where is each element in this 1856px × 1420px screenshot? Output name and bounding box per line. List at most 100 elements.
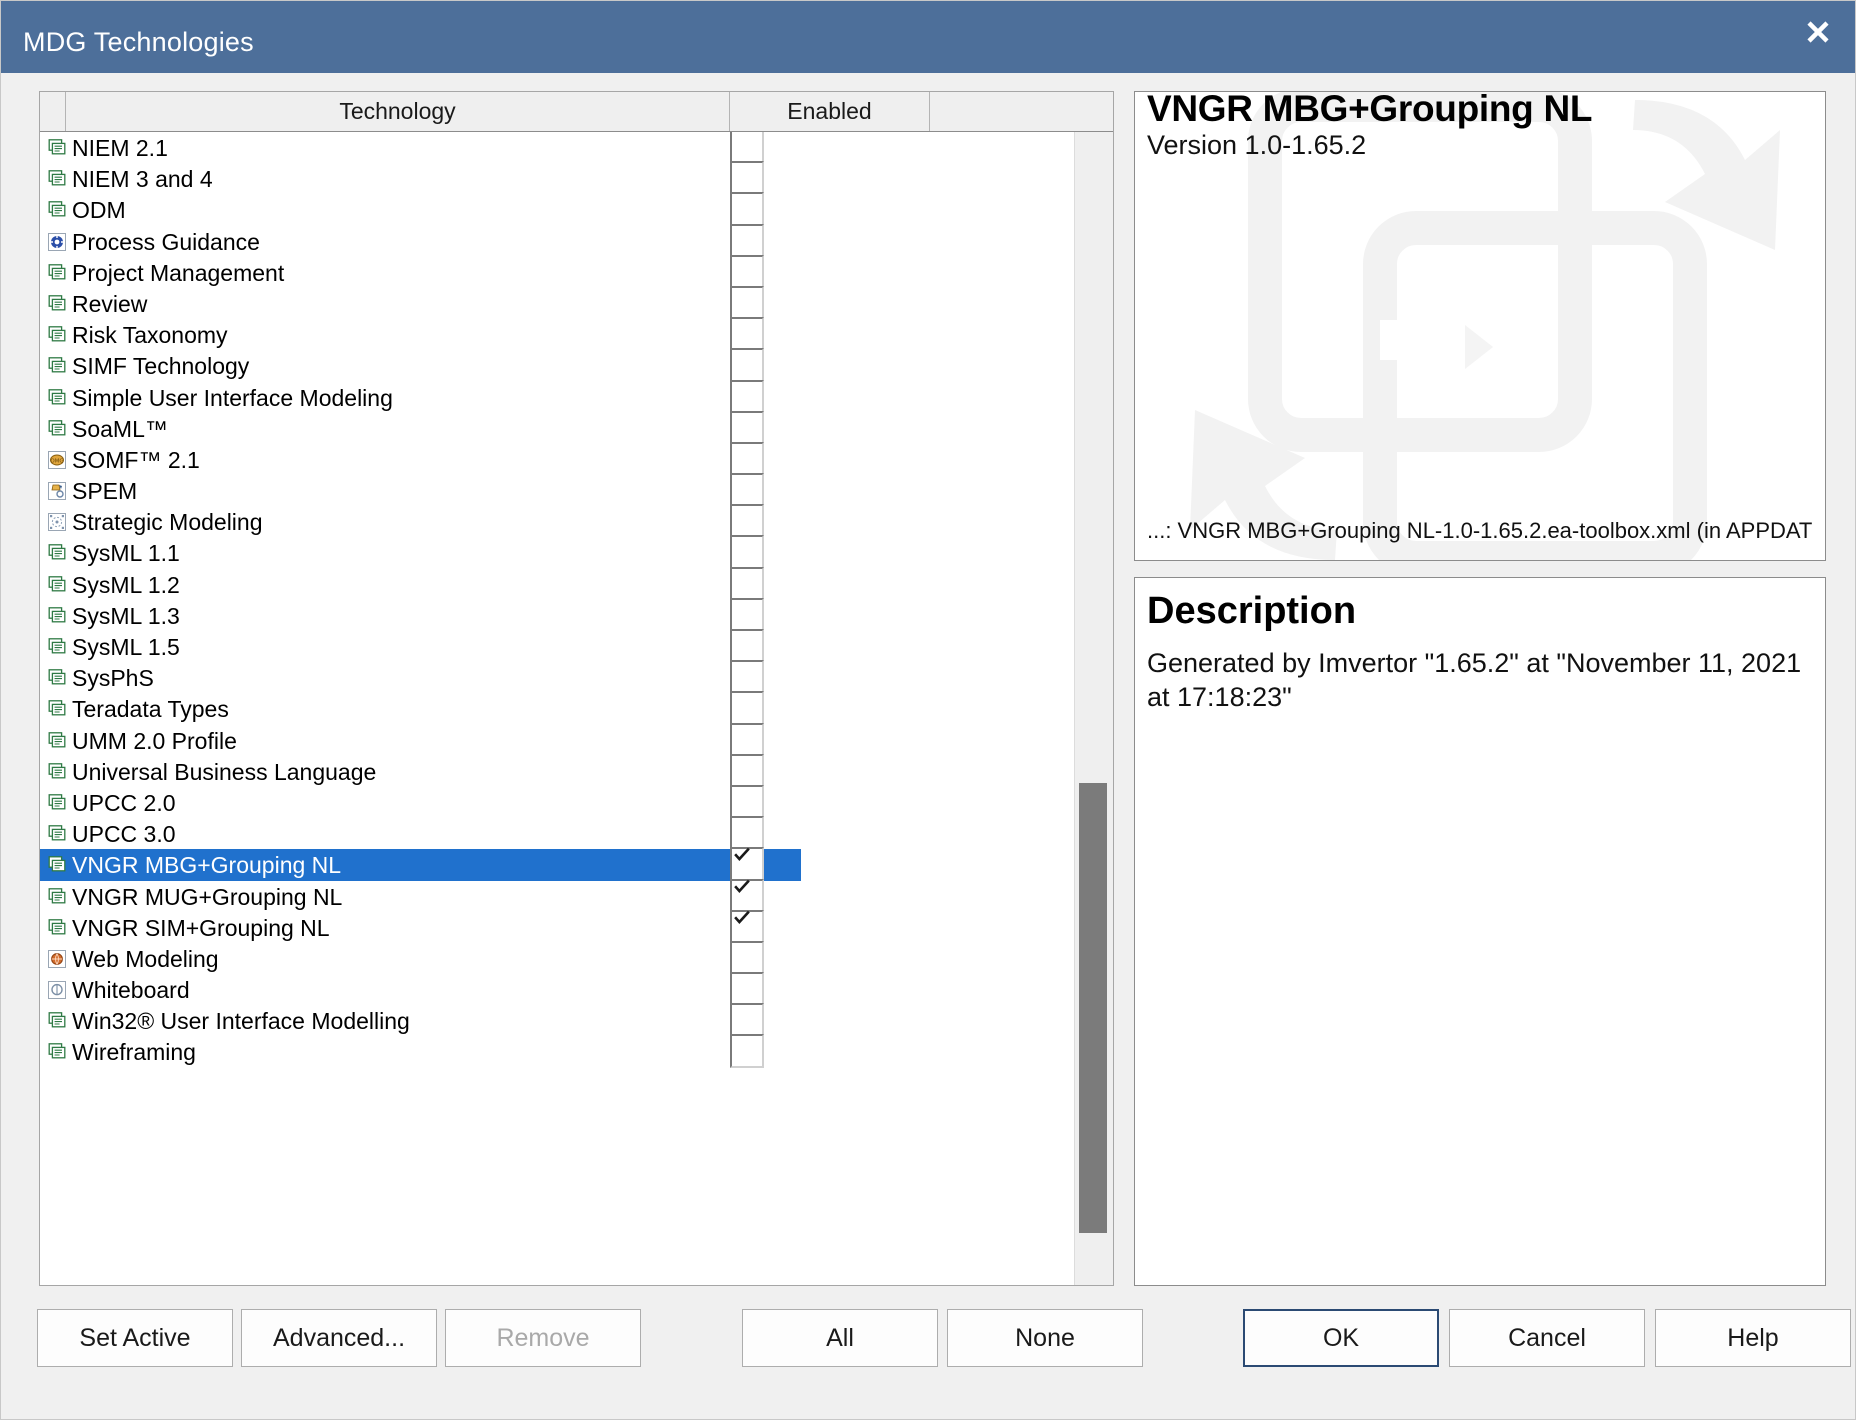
- table-row[interactable]: UPCC 2.0: [40, 784, 1073, 819]
- enabled-checkbox[interactable]: [730, 254, 764, 289]
- column-header-icon[interactable]: [40, 92, 66, 131]
- table-row[interactable]: SysML 1.5: [40, 629, 1073, 663]
- enabled-checkbox[interactable]: [730, 410, 764, 445]
- table-row[interactable]: Risk Taxonomy: [40, 317, 1073, 352]
- select-none-button[interactable]: None: [947, 1309, 1143, 1367]
- table-row[interactable]: ODM: [40, 192, 1073, 227]
- column-header-technology[interactable]: Technology: [66, 92, 730, 131]
- technology-name: Process Guidance: [72, 228, 260, 255]
- table-row[interactable]: SPEM: [40, 473, 1073, 508]
- mdg-profile-icon: [48, 731, 66, 750]
- enabled-checkbox[interactable]: [730, 753, 764, 788]
- enabled-checkbox[interactable]: [730, 285, 764, 320]
- enabled-checkbox[interactable]: [730, 847, 764, 882]
- set-active-button[interactable]: Set Active: [37, 1309, 233, 1367]
- enabled-checkbox[interactable]: [730, 940, 764, 975]
- close-icon[interactable]: [1779, 1, 1855, 63]
- enabled-checkbox[interactable]: [730, 722, 764, 757]
- table-row[interactable]: Wireframing: [40, 1034, 1073, 1069]
- enabled-checkbox[interactable]: [730, 878, 764, 913]
- table-row[interactable]: UPCC 3.0: [40, 816, 1073, 851]
- enabled-checkbox[interactable]: [730, 597, 764, 632]
- ok-button[interactable]: OK: [1243, 1309, 1439, 1367]
- table-row[interactable]: SysML 1.3: [40, 597, 1073, 632]
- table-row[interactable]: SoaML™: [40, 410, 1073, 445]
- enabled-checkbox[interactable]: [730, 441, 764, 476]
- enabled-checkbox[interactable]: [730, 348, 764, 383]
- table-row[interactable]: SIMF Technology: [40, 348, 1073, 383]
- info-panel-title: VNGR MBG+Grouping NL: [1147, 91, 1593, 129]
- cancel-button[interactable]: Cancel: [1449, 1309, 1645, 1367]
- description-heading: Description: [1147, 590, 1357, 632]
- table-row[interactable]: Review: [40, 285, 1073, 320]
- technology-name: Project Management: [72, 259, 285, 286]
- table-row[interactable]: Strategic Modeling: [40, 504, 1073, 539]
- mdg-profile-icon: [48, 794, 66, 812]
- table-row[interactable]: SysML 1.1: [40, 535, 1073, 570]
- table-row[interactable]: VNGR MUG+Grouping NL: [40, 878, 1073, 913]
- enabled-checkbox[interactable]: [730, 161, 764, 196]
- technology-name: SysML 1.1: [72, 540, 180, 567]
- enabled-checkbox[interactable]: [730, 909, 764, 944]
- enabled-checkbox[interactable]: [730, 629, 764, 663]
- mdg-profile-icon: [48, 669, 66, 687]
- select-all-button[interactable]: All: [742, 1309, 938, 1367]
- enabled-checkbox[interactable]: [730, 784, 764, 819]
- enabled-checkbox[interactable]: [730, 132, 764, 164]
- enabled-checkbox[interactable]: [730, 223, 764, 258]
- table-row[interactable]: UMM 2.0 Profile: [40, 722, 1073, 757]
- somf-icon: OMG: [48, 450, 66, 469]
- technology-name: Simple User Interface Modeling: [72, 384, 393, 411]
- column-header-enabled[interactable]: Enabled: [730, 92, 930, 131]
- table-row[interactable]: SysML 1.2: [40, 566, 1073, 601]
- technology-name: SysML 1.5: [72, 634, 180, 660]
- enabled-checkbox[interactable]: [730, 192, 764, 227]
- advanced-button[interactable]: Advanced...: [241, 1309, 437, 1367]
- enabled-checkbox[interactable]: [730, 816, 764, 851]
- mdg-profile-icon: [48, 357, 66, 375]
- table-row[interactable]: SysPhS: [40, 660, 1073, 695]
- mdg-profile-icon: [48, 263, 66, 282]
- process-guidance-icon: [48, 232, 66, 251]
- enabled-checkbox[interactable]: [730, 473, 764, 508]
- help-button[interactable]: Help: [1655, 1309, 1851, 1367]
- enabled-checkbox[interactable]: [730, 1003, 764, 1038]
- table-row[interactable]: VNGR MBG+Grouping NL: [40, 847, 1073, 882]
- table-row[interactable]: Process Guidance: [40, 223, 1073, 258]
- column-header-tail[interactable]: [930, 92, 1113, 131]
- strategic-modeling-icon: [48, 513, 66, 532]
- list-scrollbar[interactable]: [1074, 132, 1113, 1285]
- enabled-checkbox[interactable]: [730, 691, 764, 726]
- table-row[interactable]: Simple User Interface Modeling: [40, 379, 1073, 414]
- table-row[interactable]: Universal Business Language: [40, 753, 1073, 788]
- technology-name: SOMF™ 2.1: [72, 446, 200, 473]
- mdg-profile-icon: [48, 575, 66, 594]
- mdg-profile-icon: [48, 388, 66, 407]
- enabled-checkbox[interactable]: [730, 317, 764, 352]
- technology-list-panel: Technology Enabled NIEM 2.1 NIEM 3 and 4 O…: [39, 91, 1114, 1286]
- enabled-checkbox[interactable]: [730, 379, 764, 414]
- table-row[interactable]: Project Management: [40, 254, 1073, 289]
- table-row[interactable]: Whiteboard: [40, 972, 1073, 1007]
- checkmark-icon: [734, 847, 750, 863]
- enabled-checkbox[interactable]: [730, 566, 764, 601]
- table-row[interactable]: Win32® User Interface Modelling: [40, 1003, 1073, 1038]
- table-row[interactable]: NIEM 2.1: [40, 132, 1073, 164]
- table-row[interactable]: Teradata Types: [40, 691, 1073, 726]
- enabled-checkbox[interactable]: [730, 504, 764, 539]
- checkmark-icon: [734, 910, 750, 926]
- mdg-profile-icon: [48, 887, 66, 906]
- enabled-checkbox[interactable]: [730, 972, 764, 1007]
- enabled-checkbox[interactable]: [730, 1034, 764, 1069]
- mdg-technologies-dialog: MDG Technologies Technology Enabled NIEM…: [0, 0, 1856, 1420]
- table-row[interactable]: VNGR SIM+Grouping NL: [40, 909, 1073, 944]
- description-panel: Description Generated by Imvertor "1.65.…: [1134, 577, 1826, 1286]
- table-row[interactable]: Web Modeling: [40, 940, 1073, 975]
- enabled-checkbox[interactable]: [730, 660, 764, 695]
- enabled-checkbox[interactable]: [730, 535, 764, 570]
- whiteboard-icon: [48, 981, 66, 1000]
- table-row[interactable]: NIEM 3 and 4: [40, 161, 1073, 196]
- technology-name: SoaML™: [72, 415, 168, 442]
- scrollbar-thumb[interactable]: [1079, 783, 1107, 1233]
- table-row[interactable]: OMG SOMF™ 2.1: [40, 441, 1073, 476]
